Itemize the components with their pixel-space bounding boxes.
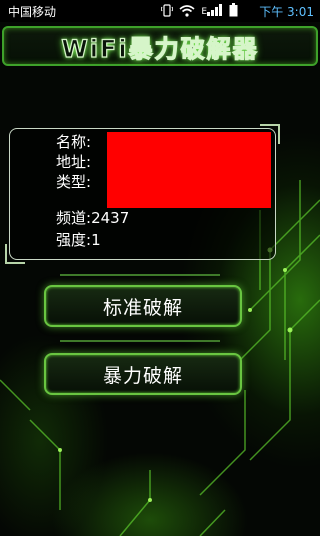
network-info-panel: 名称: 地址: 类型: 频道:2437 强度:1 bbox=[5, 124, 280, 264]
divider bbox=[60, 274, 220, 276]
brute-force-crack-button[interactable]: 暴力破解 bbox=[44, 353, 242, 395]
strength-row: 强度:1 bbox=[56, 230, 101, 250]
channel-value: 2437 bbox=[91, 209, 130, 227]
vibrate-icon bbox=[160, 3, 174, 20]
app-title: WiFi暴力破解器 bbox=[61, 34, 259, 63]
corner-bracket bbox=[5, 244, 25, 264]
type-label: 类型: bbox=[56, 173, 92, 191]
name-label: 名称: bbox=[56, 133, 92, 151]
wifi-icon bbox=[179, 4, 195, 20]
standard-crack-button[interactable]: 标准破解 bbox=[44, 285, 242, 327]
time-value: 3:01 bbox=[287, 5, 314, 19]
status-icons: E bbox=[160, 3, 238, 20]
title-banner: WiFi暴力破解器 bbox=[2, 26, 318, 66]
redaction-box bbox=[107, 132, 271, 208]
carrier-label: 中国移动 bbox=[8, 5, 57, 19]
strength-label: 强度: bbox=[56, 231, 92, 249]
time-period: 下午 bbox=[259, 5, 284, 19]
strength-value: 1 bbox=[91, 231, 101, 249]
signal-icon bbox=[207, 4, 223, 19]
status-bar: 中国移动 E 下午 3:01 bbox=[0, 0, 320, 22]
channel-label: 频道: bbox=[56, 209, 92, 227]
clock: 下午 3:01 bbox=[259, 3, 314, 20]
channel-row: 频道:2437 bbox=[56, 208, 129, 228]
divider bbox=[60, 340, 220, 342]
address-label: 地址: bbox=[56, 153, 92, 171]
background bbox=[0, 0, 320, 536]
battery-icon bbox=[229, 3, 238, 20]
